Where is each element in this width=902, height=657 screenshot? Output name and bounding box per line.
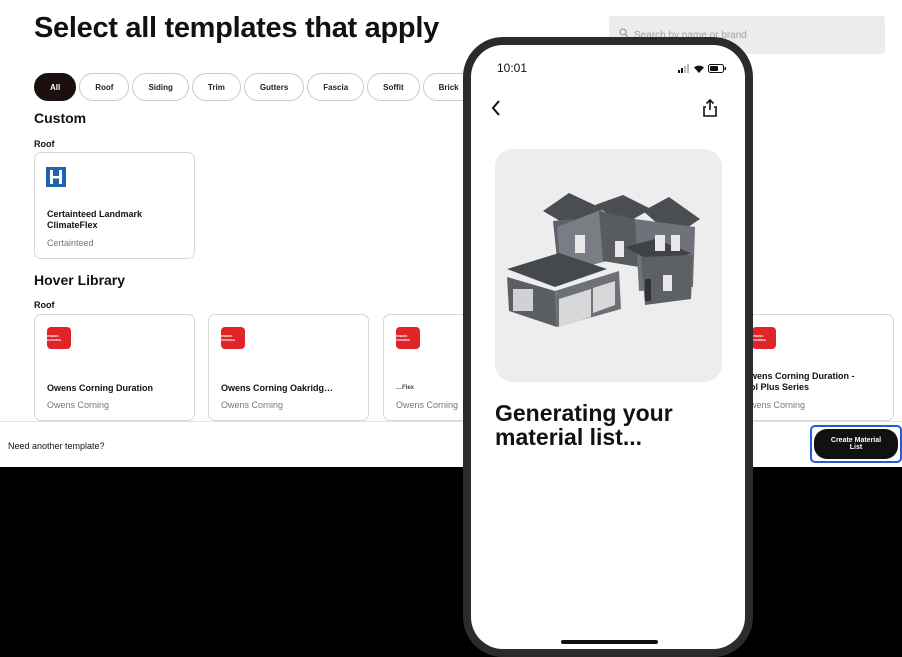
status-time: 10:01 — [497, 61, 528, 75]
need-template-text[interactable]: Need another template? — [8, 441, 105, 451]
phone-frame: 10:01 Generating your material list... — [463, 37, 753, 657]
filter-chip-roof[interactable]: Roof — [79, 73, 130, 101]
battery-icon — [708, 64, 726, 73]
template-brand: Owens Corning — [396, 400, 459, 410]
status-bar-icons — [678, 64, 727, 73]
wifi-icon — [694, 65, 704, 73]
filter-chip-trim[interactable]: Trim — [191, 73, 241, 101]
owens-corning-logo-icon: OWENS CORNING — [221, 327, 245, 349]
certainteed-logo-icon — [46, 167, 66, 187]
owens-corning-logo-icon: OWENS CORNING — [396, 327, 420, 349]
home-indicator — [561, 640, 658, 644]
house-illustration — [495, 149, 722, 382]
filter-chip-fascia[interactable]: Fascia — [307, 73, 365, 101]
template-card[interactable]: Certainteed Landmark ClimateFlex Certain… — [34, 152, 195, 259]
template-name: …Flex — [396, 385, 415, 391]
template-brand: Owens Corning — [221, 400, 284, 410]
template-name: Owens Corning Oakridg… — [221, 383, 334, 393]
phone-screen: 10:01 Generating your material list... — [471, 45, 745, 649]
template-selection-page: Select all templates that apply All Roof… — [0, 0, 902, 467]
template-card[interactable]: OWENS CORNING Owens Corning Duration Owe… — [34, 314, 195, 421]
filter-chip-gutters[interactable]: Gutters — [243, 73, 305, 101]
page-title: Select all templates that apply — [34, 12, 439, 44]
filter-chip-siding[interactable]: Siding — [132, 73, 189, 101]
filter-chip-soffit[interactable]: Soffit — [367, 73, 420, 101]
template-name: wens Corning Duration - ol Plus Series — [750, 371, 855, 392]
template-card[interactable]: OWENS CORNING wens Corning Duration - ol… — [733, 314, 894, 421]
house-icon — [507, 193, 700, 327]
filter-chip-all[interactable]: All — [34, 73, 77, 101]
owens-corning-logo-icon: OWENS CORNING — [752, 327, 776, 349]
custom-section-heading: Custom — [34, 110, 87, 126]
signal-icon — [678, 64, 689, 73]
library-subheading: Roof — [34, 300, 55, 310]
generating-message: Generating your material list... — [495, 400, 673, 450]
template-card[interactable]: OWENS CORNING Owens Corning Oakridg… Owe… — [208, 314, 369, 421]
bottom-action-bar: Need another template? Create Material L… — [0, 421, 902, 467]
create-material-list-button[interactable]: Create Material List — [814, 429, 898, 459]
template-name: Owens Corning Duration — [47, 383, 154, 393]
template-name: Certainteed Landmark ClimateFlex — [47, 209, 143, 230]
back-chevron-icon[interactable] — [491, 100, 501, 116]
library-section-heading: Hover Library — [34, 272, 126, 288]
template-brand: Owens Corning — [47, 400, 110, 410]
focus-ring: Create Material List — [810, 425, 902, 463]
share-icon[interactable] — [703, 99, 717, 117]
template-brand: Certainteed — [47, 238, 94, 248]
template-brand: wens Corning — [750, 400, 806, 410]
filter-chips: All Roof Siding Trim Gutters Fascia Soff… — [34, 73, 510, 101]
custom-subheading: Roof — [34, 139, 55, 149]
owens-corning-logo-icon: OWENS CORNING — [47, 327, 71, 349]
